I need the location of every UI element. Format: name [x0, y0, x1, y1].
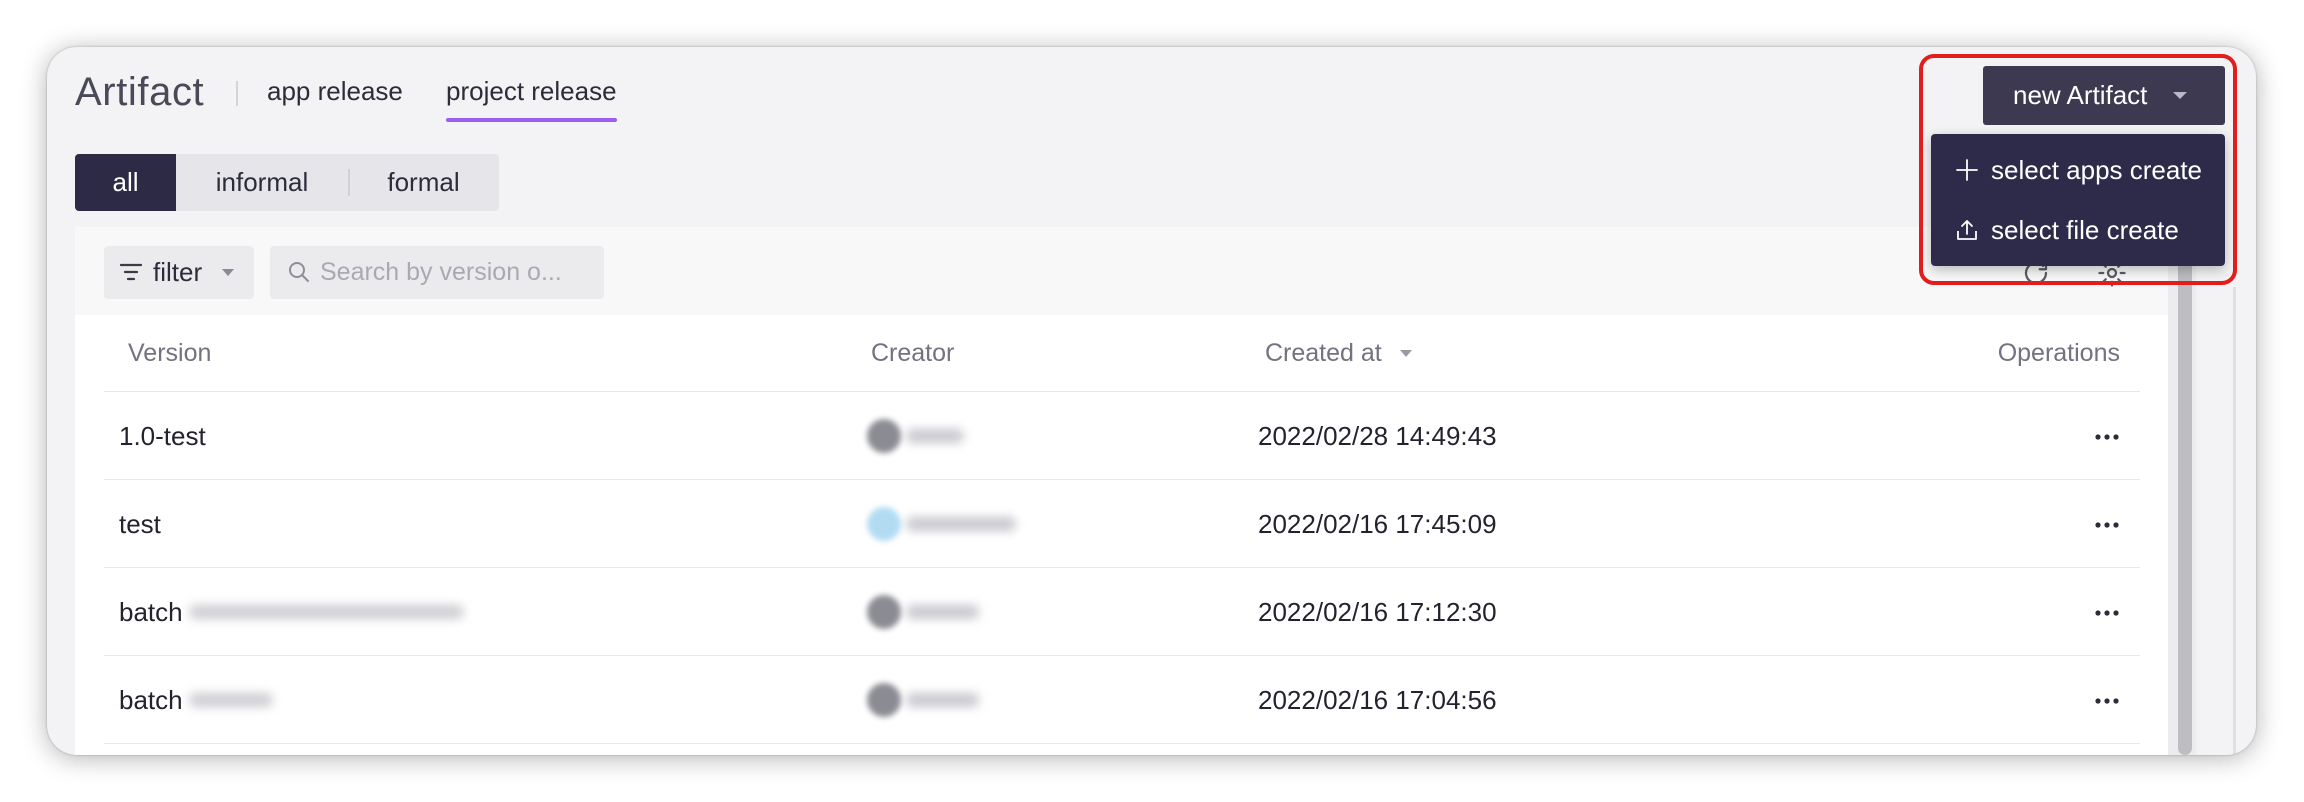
version-cell[interactable]: batch [119, 568, 464, 656]
avatar [867, 595, 901, 629]
tab-app-release[interactable]: app release [267, 73, 403, 109]
menu-item-select-apps-create[interactable]: select apps create [1931, 140, 2225, 200]
search-icon [288, 261, 310, 283]
new-artifact-button[interactable]: new Artifact [1983, 66, 2225, 125]
redacted-creator-name [906, 517, 1016, 531]
version-label: batch [119, 597, 183, 627]
segment-informal[interactable]: informal [176, 154, 348, 211]
version-label: batch [119, 685, 183, 715]
segment-formal[interactable]: formal [348, 154, 499, 211]
new-artifact-label: new Artifact [2013, 80, 2148, 110]
table-row[interactable]: batch 2022/02/16 17:04:56 [104, 656, 2140, 744]
sort-caret-icon[interactable] [1399, 350, 1412, 357]
caret-down-icon [222, 269, 234, 276]
scrollbar-thumb[interactable] [2178, 227, 2192, 755]
avatar [867, 419, 901, 453]
redacted-version-suffix [188, 605, 464, 619]
more-icon[interactable] [2094, 516, 2120, 528]
search-input[interactable] [320, 246, 600, 299]
version-cell[interactable]: batch [119, 656, 273, 744]
redacted-creator-name [906, 429, 964, 443]
title-divider [236, 81, 238, 106]
column-header-version: Version [128, 339, 212, 367]
plus-icon [1955, 158, 1979, 182]
tab-project-release[interactable]: project release [446, 73, 617, 122]
column-header-creator: Creator [871, 339, 955, 367]
artifact-list-panel: filter Version Creator Created at [75, 227, 2168, 755]
menu-item-label: select apps create [1991, 155, 2203, 185]
active-tab-indicator [446, 118, 617, 122]
table-row[interactable]: 1.0-test 2022/02/28 14:49:43 [104, 392, 2140, 480]
version-label: 1.0-test [119, 421, 206, 451]
column-header-created-at-label: Created at [1265, 339, 1382, 367]
version-cell[interactable]: 1.0-test [119, 392, 206, 480]
created-at-cell: 2022/02/16 17:45:09 [1258, 509, 1497, 539]
segment-all[interactable]: all [75, 154, 176, 211]
created-at-cell: 2022/02/16 17:12:30 [1258, 597, 1497, 627]
artifact-card: Artifact app release project release all… [47, 47, 2256, 755]
version-cell[interactable]: test [119, 480, 161, 568]
table-row[interactable]: test 2022/02/16 17:45:09 [104, 480, 2140, 568]
created-at-cell: 2022/02/16 17:04:56 [1258, 685, 1497, 715]
version-label: test [119, 509, 161, 539]
upload-icon [1955, 218, 1979, 242]
column-header-created-at[interactable]: Created at [1265, 315, 1412, 392]
menu-item-select-file-create[interactable]: select file create [1931, 200, 2225, 260]
filter-label: filter [153, 257, 203, 287]
created-at-cell: 2022/02/28 14:49:43 [1258, 421, 1497, 451]
avatar [867, 507, 901, 541]
artifact-table: Version Creator Created at Operations 1.… [104, 315, 2140, 744]
list-toolbar: filter [75, 227, 2168, 315]
caret-down-icon [2173, 92, 2187, 99]
search-box[interactable] [270, 246, 604, 299]
new-artifact-dropdown: select apps create select file create [1931, 134, 2225, 266]
table-row[interactable]: batch 2022/02/16 17:12:30 [104, 568, 2140, 656]
column-header-operations: Operations [1997, 339, 2120, 367]
filter-icon [119, 263, 143, 281]
tab-project-release-label: project release [446, 76, 617, 106]
page-scrollbar[interactable] [2233, 287, 2236, 755]
avatar [867, 683, 901, 717]
redacted-version-suffix [188, 693, 273, 707]
more-icon[interactable] [2094, 428, 2120, 440]
filter-button[interactable]: filter [104, 246, 254, 299]
more-icon[interactable] [2094, 692, 2120, 704]
redacted-creator-name [906, 693, 979, 707]
table-header: Version Creator Created at Operations [104, 315, 2140, 392]
redacted-creator-name [906, 605, 979, 619]
more-icon[interactable] [2094, 604, 2120, 616]
page-title: Artifact [75, 70, 205, 114]
menu-item-label: select file create [1991, 215, 2179, 245]
release-type-segments: all informal formal [75, 154, 499, 211]
